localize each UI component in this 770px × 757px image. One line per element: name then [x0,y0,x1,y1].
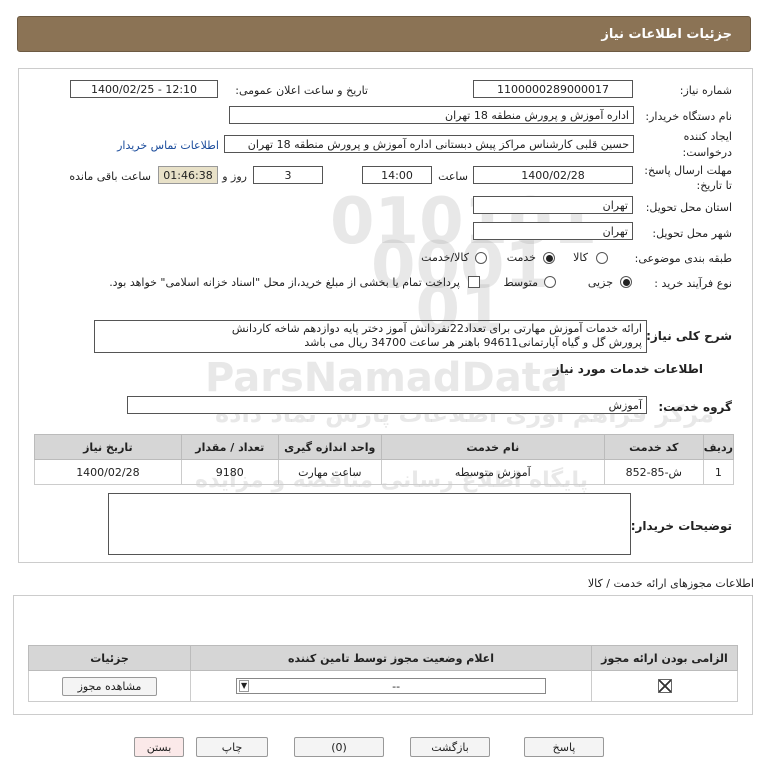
treasury-payment-note: پرداخت تمام یا بخشی از مبلغ خرید،از محل … [109,276,460,289]
creator-label-2: درخواست: [682,146,732,159]
contact-buyer-link[interactable]: اطلاعات تماس خریدار [117,139,219,152]
col-need-date: تاریخ نیاز [34,434,182,460]
need-number-label: شماره نیاز: [679,84,732,97]
deadline-label-2: تا تاریخ: [696,179,732,192]
attachments-button[interactable]: (0) [294,737,384,757]
description-label: شرح کلی نیاز: [646,329,732,343]
services-table-header: ردیف کد خدمت نام خدمت واحد اندازه گیری ت… [34,434,735,460]
category-service-radio[interactable] [543,252,555,264]
col-permit-details: جزئیات [28,645,191,671]
page-header: جزئیات اطلاعات نیاز [17,16,751,52]
cell-permit-details: مشاهده مجوز [28,670,191,702]
deadline-time-field: 14:00 [362,166,432,184]
province-label: استان محل تحویل: [645,201,732,214]
days-field: 3 [253,166,323,184]
permit-row: ▼ -- مشاهده مجوز [28,670,738,702]
page-title: جزئیات اطلاعات نیاز [601,26,732,42]
buyer-org-field: اداره آموزش و پرورش منطقه 18 تهران [229,106,634,124]
need-number-field: 1100000289000017 [473,80,633,98]
process-medium-radio[interactable] [544,276,556,288]
creator-label: ایجاد کننده [683,130,732,143]
announce-field: 1400/02/25 - 12:10 [70,80,218,98]
process-medium-label: متوسط [503,276,538,289]
treasury-payment-checkbox[interactable] [468,276,480,288]
description-line-2: پرورش گل و گیاه آپارتمانی94611 باهنر هر … [304,336,642,349]
category-goods-radio[interactable] [596,252,608,264]
deadline-date-field: 1400/02/28 [473,166,633,184]
service-group-field: آموزش [127,396,647,414]
permit-required-checkbox [657,679,672,693]
cell-service-code: ش-85-852 [603,459,704,485]
process-label: نوع فرآیند خرید : [654,277,732,290]
buyer-notes-label: توضیحات خریدار: [630,519,732,533]
cell-service-name: آموزش متوسطه [380,459,605,485]
description-box: ارائه خدمات آموزش مهارتی برای تعداد22نفر… [94,320,647,353]
cell-need-date: 1400/02/28 [34,459,182,485]
col-quantity: تعداد / مقدار [180,434,279,460]
cell-unit: ساعت مهارت [277,459,382,485]
cell-permit-status: ▼ -- [190,670,592,702]
view-permit-button[interactable]: مشاهده مجوز [62,676,157,696]
col-unit: واحد اندازه گیری [277,434,382,460]
cell-permit-required [591,670,738,702]
province-field: تهران [473,196,633,214]
deadline-time-label: ساعت [438,170,468,183]
permit-status-select[interactable]: ▼ -- [236,678,546,694]
services-table: ردیف کد خدمت نام خدمت واحد اندازه گیری ت… [34,434,735,485]
col-row: ردیف [702,434,735,460]
process-minor-label: جزیی [587,276,613,289]
cell-row: 1 [702,459,735,485]
reply-button[interactable]: پاسخ [524,737,604,757]
print-button[interactable]: چاپ [196,737,268,757]
remaining-label: ساعت باقی مانده [69,170,151,183]
creator-field: حسین قلبی کارشناس مراکز پیش دبستانی ادار… [224,135,634,153]
col-permit-status: اعلام وضعیت مجوز توسط تامین کننده [190,645,592,671]
cell-quantity: 9180 [180,459,279,485]
category-goods-service-label: کالا/خدمت [421,251,469,264]
category-goods-label: کالا [573,251,588,264]
category-goods-service-radio[interactable] [475,252,487,264]
city-field: تهران [473,222,633,240]
col-service-code: کد خدمت [603,434,704,460]
process-minor-radio[interactable] [620,276,632,288]
col-permit-required: الزامی بودن ارائه مجوز [591,645,738,671]
permits-table-header: الزامی بودن ارائه مجوز اعلام وضعیت مجوز … [28,645,738,671]
description-line-1: ارائه خدمات آموزش مهارتی برای تعداد22نفر… [231,322,642,335]
buyer-org-label: نام دستگاه خریدار: [645,110,732,123]
announce-label: تاریخ و ساعت اعلان عمومی: [235,84,368,97]
col-service-name: نام خدمت [380,434,605,460]
permit-status-value: -- [392,679,401,693]
category-service-label: خدمت [506,251,536,264]
remaining-time-field: 01:46:38 [158,166,218,184]
back-button[interactable]: بازگشت [410,737,490,757]
services-section-title: اطلاعات خدمات مورد نیاز [552,362,703,376]
service-group-label: گروه خدمت: [658,400,732,414]
close-button[interactable]: بستن [134,737,184,757]
permits-table: الزامی بودن ارائه مجوز اعلام وضعیت مجوز … [28,645,738,702]
chevron-down-icon: ▼ [239,680,250,692]
days-label: روز و [222,170,247,183]
deadline-label: مهلت ارسال پاسخ: [644,164,732,177]
category-label: طبقه بندی موضوعی: [634,252,732,265]
permits-section-title: اطلاعات مجوزهای ارائه خدمت / کالا [587,577,754,590]
table-row: 1 ش-85-852 آموزش متوسطه ساعت مهارت 9180 … [34,459,735,485]
city-label: شهر محل تحویل: [652,227,732,240]
buyer-notes-field [108,493,631,555]
